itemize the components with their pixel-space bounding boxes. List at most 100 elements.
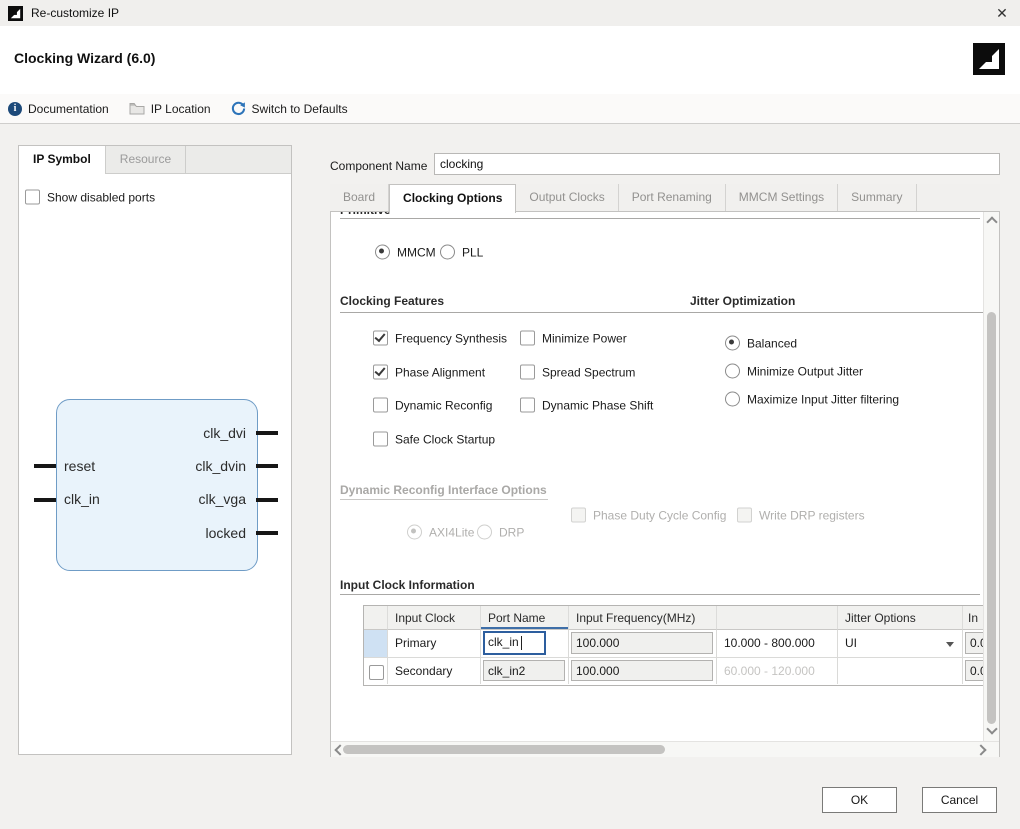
scroll-up-icon[interactable]	[986, 216, 997, 227]
secondary-port-name-input[interactable]: clk_in2	[483, 660, 565, 681]
jitter-optimization-heading: Jitter Optimization	[690, 294, 795, 308]
secondary-input-jitter-input[interactable]: 0.0	[965, 660, 984, 681]
vertical-scrollbar-thumb[interactable]	[987, 312, 996, 724]
vertical-scrollbar[interactable]	[983, 212, 999, 741]
secondary-frequency-input[interactable]: 100.000	[571, 660, 713, 681]
header-port-name: Port Name	[481, 606, 569, 630]
horizontal-scrollbar-thumb[interactable]	[343, 745, 665, 754]
show-disabled-ports-control[interactable]: Show disabled ports	[25, 190, 155, 205]
table-row-primary: Primary clk_in 100.000 10.000 - 800.000 …	[364, 630, 984, 657]
dynamic-phase-shift-control[interactable]: Dynamic Phase Shift	[520, 398, 653, 413]
switch-to-defaults-label: Switch to Defaults	[252, 102, 348, 116]
minimize-output-jitter-radio[interactable]	[725, 364, 740, 379]
frequency-synthesis-control[interactable]: Frequency Synthesis	[373, 331, 507, 346]
dynamic-phase-shift-checkbox[interactable]	[520, 398, 535, 413]
documentation-button[interactable]: i Documentation	[8, 102, 109, 116]
dynamic-reconfig-control[interactable]: Dynamic Reconfig	[373, 398, 492, 413]
tab-clocking-options[interactable]: Clocking Options	[389, 184, 516, 213]
maximize-input-jitter-radio[interactable]	[725, 392, 740, 407]
xilinx-logo-icon	[973, 43, 1005, 75]
minimize-power-checkbox[interactable]	[520, 331, 535, 346]
close-icon[interactable]: ✕	[992, 3, 1012, 23]
secondary-input-jitter-cell: 0.0	[963, 657, 984, 684]
frequency-synthesis-checkbox[interactable]	[373, 331, 388, 346]
tab-board[interactable]: Board	[330, 184, 389, 211]
safe-clock-startup-checkbox[interactable]	[373, 432, 388, 447]
primary-input-clock-cell: Primary	[388, 630, 481, 657]
cancel-button[interactable]: Cancel	[922, 787, 997, 813]
ok-button[interactable]: OK	[822, 787, 897, 813]
primary-port-name-input[interactable]: clk_in	[483, 631, 546, 655]
primary-frequency-cell: 100.000	[569, 630, 717, 657]
tab-ip-symbol[interactable]: IP Symbol	[19, 146, 106, 174]
input-clock-information-underline	[340, 594, 980, 595]
show-disabled-ports-checkbox[interactable]	[25, 190, 40, 205]
port-stub-clk-dvi	[256, 431, 278, 435]
minimize-output-jitter-label: Minimize Output Jitter	[747, 364, 863, 378]
primitive-mmcm-radio-control[interactable]: MMCM	[375, 245, 436, 260]
text-caret	[521, 636, 522, 650]
dialog-header: Clocking Wizard (6.0)	[0, 26, 1020, 94]
mmcm-radio[interactable]	[375, 245, 390, 260]
info-icon: i	[8, 102, 22, 116]
port-label-clk-in: clk_in	[64, 491, 100, 507]
phase-alignment-checkbox[interactable]	[373, 365, 388, 380]
window-title: Re-customize IP	[31, 6, 119, 20]
tab-summary[interactable]: Summary	[838, 184, 916, 211]
balanced-control[interactable]: Balanced	[725, 336, 797, 351]
primary-input-jitter-input[interactable]: 0.0	[965, 632, 984, 654]
phase-duty-cycle-config-control: Phase Duty Cycle Config	[571, 508, 726, 523]
refresh-icon	[231, 101, 246, 116]
primary-port-name-cell: clk_in	[481, 630, 569, 657]
primary-frequency-input[interactable]: 100.000	[571, 632, 713, 654]
scroll-right-icon[interactable]	[975, 744, 986, 755]
secondary-row-selector	[364, 657, 388, 684]
port-stub-clk-vga	[256, 498, 278, 502]
header-jitter-options: Jitter Options	[838, 606, 963, 630]
maximize-input-jitter-control[interactable]: Maximize Input Jitter filtering	[725, 392, 899, 407]
tab-port-renaming[interactable]: Port Renaming	[619, 184, 726, 211]
safe-clock-startup-control[interactable]: Safe Clock Startup	[373, 432, 495, 447]
port-stub-reset	[34, 464, 56, 468]
minimize-output-jitter-control[interactable]: Minimize Output Jitter	[725, 364, 863, 379]
safe-clock-startup-label: Safe Clock Startup	[395, 432, 495, 446]
horizontal-scrollbar[interactable]	[331, 741, 999, 757]
frequency-synthesis-label: Frequency Synthesis	[395, 331, 507, 345]
secondary-port-name-cell: clk_in2	[481, 657, 569, 684]
port-label-clk-dvi: clk_dvi	[203, 425, 246, 441]
scroll-down-icon[interactable]	[986, 723, 997, 734]
dynamic-reconfig-checkbox[interactable]	[373, 398, 388, 413]
jitter-options-dropdown-icon[interactable]	[946, 642, 954, 647]
spread-spectrum-control[interactable]: Spread Spectrum	[520, 365, 635, 380]
header-select-column	[364, 606, 388, 630]
component-name-label: Component Name	[330, 159, 427, 173]
show-disabled-ports-label: Show disabled ports	[47, 190, 155, 204]
documentation-label: Documentation	[28, 102, 109, 116]
options-tab-bar: Board Clocking Options Output Clocks Por…	[330, 184, 1000, 211]
component-name-input[interactable]	[434, 153, 1000, 175]
balanced-radio[interactable]	[725, 336, 740, 351]
input-clock-table: Input Clock Port Name Input Frequency(MH…	[363, 605, 984, 686]
primary-jitter-options-cell: UI	[838, 630, 963, 657]
secondary-frequency-range: 60.000 - 120.000	[717, 657, 838, 684]
table-header-row: Input Clock Port Name Input Frequency(MH…	[364, 606, 984, 630]
spread-spectrum-checkbox[interactable]	[520, 365, 535, 380]
primary-row-selector[interactable]	[364, 630, 388, 657]
tab-output-clocks[interactable]: Output Clocks	[516, 184, 618, 211]
pll-radio[interactable]	[440, 245, 455, 260]
mmcm-label: MMCM	[397, 245, 436, 259]
drp-radio	[477, 525, 492, 540]
tab-resource[interactable]: Resource	[106, 146, 186, 173]
primitive-pll-radio-control[interactable]: PLL	[440, 245, 483, 260]
clocking-features-heading: Clocking Features	[340, 294, 444, 308]
phase-alignment-control[interactable]: Phase Alignment	[373, 365, 485, 380]
secondary-enable-checkbox[interactable]	[369, 665, 384, 680]
phase-alignment-label: Phase Alignment	[395, 365, 485, 379]
tab-mmcm-settings[interactable]: MMCM Settings	[726, 184, 838, 211]
minimize-power-control[interactable]: Minimize Power	[520, 331, 627, 346]
ip-location-button[interactable]: IP Location	[129, 102, 211, 116]
port-label-clk-vga: clk_vga	[199, 491, 246, 507]
switch-to-defaults-button[interactable]: Switch to Defaults	[231, 101, 348, 116]
dynamic-reconfig-label: Dynamic Reconfig	[395, 398, 492, 412]
port-stub-clk-in	[34, 498, 56, 502]
